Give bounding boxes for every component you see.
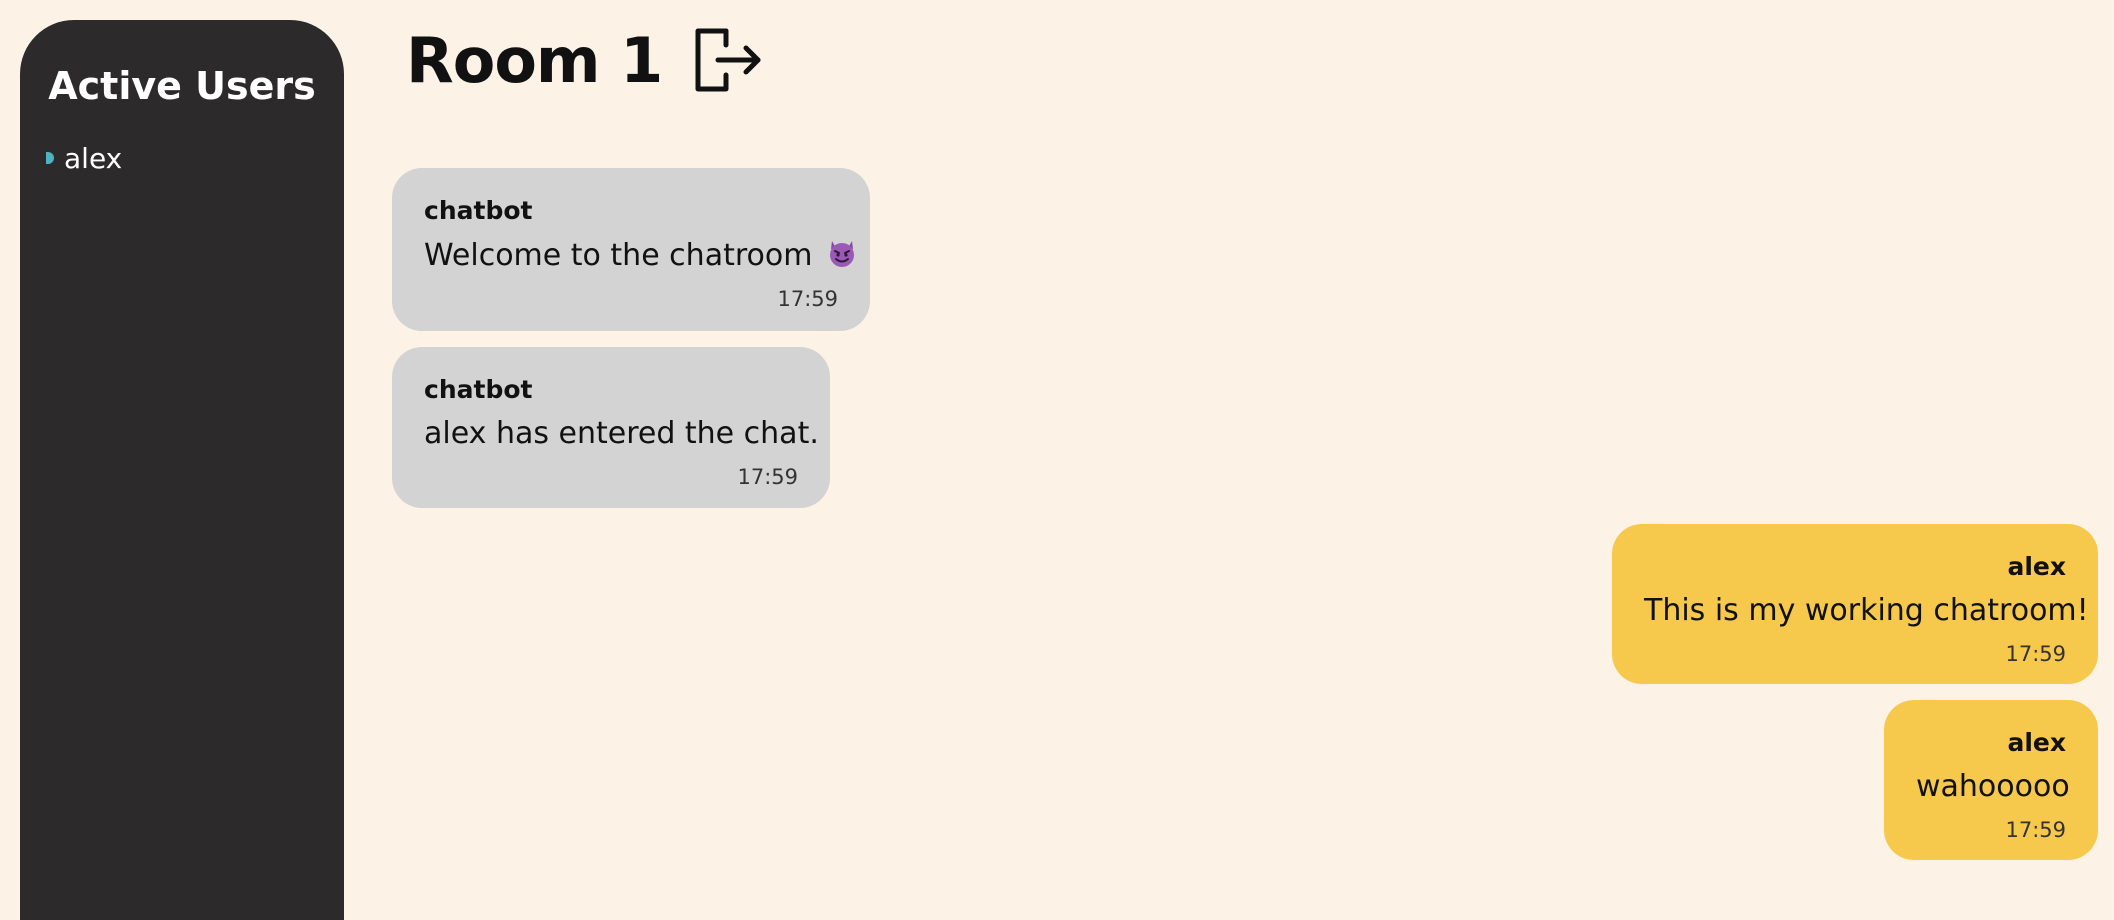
user-name: alex	[64, 141, 123, 175]
message-time: 17:59	[2005, 818, 2066, 842]
room-header: Room 1	[406, 22, 762, 98]
message-text: This is my working chatroom!	[1644, 593, 2089, 628]
message-row: chatbot Welcome to the chatroom 17:59	[392, 168, 2098, 331]
message-text: wahooooo	[1916, 769, 2070, 804]
message-row: alex This is my working chatroom! 17:59	[392, 524, 2098, 684]
user-item[interactable]: alex	[46, 138, 344, 178]
sidebar-title: Active Users	[48, 64, 316, 108]
message-bubble: chatbot alex has entered the chat. 17:59	[392, 347, 830, 508]
message-time: 17:59	[737, 465, 798, 489]
message-sender: chatbot	[424, 375, 533, 404]
smiling-devil-emoji-icon	[830, 241, 854, 267]
message-bubble: alex This is my working chatroom! 17:59	[1612, 524, 2098, 684]
message-time: 17:59	[777, 287, 838, 311]
message-time: 17:59	[2005, 642, 2066, 666]
exit-door-icon[interactable]	[692, 25, 762, 95]
message-list: chatbot Welcome to the chatroom 17:59 ch…	[392, 168, 2098, 876]
user-list: alex	[20, 138, 344, 178]
message-bubble: alex wahooooo 17:59	[1884, 700, 2098, 860]
message-row: alex wahooooo 17:59	[392, 700, 2098, 860]
message-row: chatbot alex has entered the chat. 17:59	[392, 347, 2098, 508]
message-text: alex has entered the chat.	[424, 416, 819, 451]
room-title: Room 1	[406, 23, 663, 97]
message-sender: chatbot	[424, 196, 533, 225]
message-text: Welcome to the chatroom	[424, 237, 854, 273]
message-bubble: chatbot Welcome to the chatroom 17:59	[392, 168, 870, 331]
online-status-icon	[46, 152, 54, 164]
message-sender: alex	[2007, 552, 2066, 581]
message-sender: alex	[2007, 728, 2066, 757]
active-users-sidebar: Active Users alex	[20, 20, 344, 920]
